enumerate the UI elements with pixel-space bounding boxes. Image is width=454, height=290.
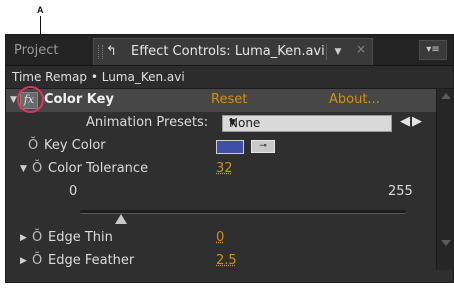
twirl-closed-icon[interactable]: ▶ <box>20 256 27 266</box>
callout-circle <box>17 86 44 113</box>
tab-dropdown-icon[interactable]: ▼ <box>326 44 349 60</box>
property-row-edge-thin: ▶ Ŏ Edge Thin 0 <box>6 227 436 250</box>
edge-thin-label: Edge Thin <box>48 230 113 245</box>
tab-project[interactable]: Project <box>14 43 58 58</box>
property-row-color-tolerance: ▼ Ŏ Color Tolerance 32 <box>6 158 436 181</box>
twirl-closed-icon[interactable]: ▶ <box>20 233 27 243</box>
color-tolerance-value[interactable]: 32 <box>216 161 233 176</box>
slider-thumb[interactable] <box>114 214 127 224</box>
stopwatch-icon[interactable]: Ŏ <box>28 138 38 153</box>
layer-header-text: Time Remap • Luma_Ken.avi <box>12 70 185 84</box>
tab-bar: Project ↰ Effect Controls: Luma_Ken.avi … <box>6 35 453 66</box>
color-tolerance-slider[interactable] <box>80 210 406 224</box>
stopwatch-icon[interactable]: Ŏ <box>32 230 42 245</box>
stopwatch-icon[interactable]: Ŏ <box>32 161 42 176</box>
slider-max-label: 255 <box>388 184 413 199</box>
close-icon[interactable]: × <box>356 42 366 56</box>
stopwatch-icon[interactable]: Ŏ <box>32 253 42 268</box>
panel-menu-icon[interactable]: ▾≡ <box>419 40 447 60</box>
effect-row-color-key[interactable]: ▼ fx Color Key Reset About... <box>6 89 436 112</box>
slider-min-label: 0 <box>69 184 78 199</box>
lock-icon[interactable]: ↰ <box>106 44 117 59</box>
effect-controls-panel: Project ↰ Effect Controls: Luma_Ken.avi … <box>5 34 454 283</box>
edge-feather-value[interactable]: 2.5 <box>216 253 237 268</box>
tab-effect-controls-title: Effect Controls: Luma_Ken.avi <box>131 44 325 59</box>
twirl-open-icon[interactable]: ▼ <box>20 164 27 174</box>
animation-presets-row: Animation Presets: None ▼ ◀▶ <box>6 112 436 135</box>
reset-link[interactable]: Reset <box>211 92 247 107</box>
property-row-key-color: Ŏ Key Color ⊸ <box>6 135 436 158</box>
edge-thin-value[interactable]: 0 <box>216 230 224 245</box>
scroll-down-icon[interactable] <box>441 240 451 246</box>
chevron-down-icon: ▼ <box>229 118 236 128</box>
slider-row <box>6 199 436 224</box>
effect-name: Color Key <box>44 92 114 107</box>
twirl-open-icon[interactable]: ▼ <box>10 95 17 105</box>
callout-letter: A <box>37 5 44 15</box>
property-row-edge-feather: ▶ Ŏ Edge Feather 2.5 <box>6 250 436 273</box>
key-color-swatch[interactable] <box>216 140 244 154</box>
about-link[interactable]: About... <box>329 92 380 107</box>
key-color-label: Key Color <box>44 138 106 153</box>
preset-nav-arrows-icon[interactable]: ◀▶ <box>400 114 424 129</box>
properties-list: ▼ fx Color Key Reset About... Animation … <box>6 89 436 284</box>
animation-presets-select[interactable]: None ▼ <box>222 115 392 132</box>
vertical-scrollbar[interactable] <box>436 89 454 270</box>
color-tolerance-label: Color Tolerance <box>48 161 149 176</box>
edge-feather-label: Edge Feather <box>48 253 135 268</box>
grip-icon[interactable] <box>98 45 103 59</box>
eyedropper-icon[interactable]: ⊸ <box>251 140 275 153</box>
scroll-up-icon[interactable] <box>441 93 451 99</box>
layer-header: Time Remap • Luma_Ken.avi <box>6 66 453 89</box>
tab-effect-controls[interactable]: ↰ Effect Controls: Luma_Ken.avi ▼ × <box>93 38 373 65</box>
animation-presets-label: Animation Presets: <box>86 115 209 130</box>
